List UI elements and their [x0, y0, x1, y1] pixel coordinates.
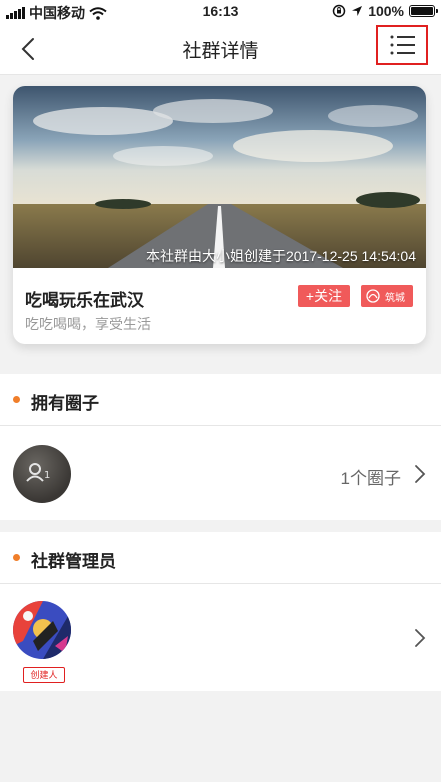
- cover-image: [13, 86, 426, 268]
- circles-row[interactable]: 1 1个圈子: [0, 426, 441, 520]
- chevron-right-icon: [415, 629, 426, 647]
- admin-avatar: [13, 601, 71, 659]
- status-right: 100%: [332, 3, 438, 19]
- admins-section-title: 社群管理员: [31, 552, 116, 571]
- admins-section: 社群管理员 创建人: [0, 532, 441, 691]
- cover-caption: 本社群由大小姐创建于2017-12-25 14:54:04: [146, 248, 416, 264]
- rotation-lock-icon: [332, 4, 346, 18]
- admin-row[interactable]: 创建人: [0, 584, 441, 691]
- admins-section-header: 社群管理员: [0, 532, 441, 584]
- group-people-icon: 1: [26, 463, 50, 482]
- follow-button[interactable]: +关注: [298, 285, 350, 307]
- page-title: 社群详情: [182, 41, 259, 62]
- city-badge[interactable]: 筑城: [361, 285, 413, 307]
- circles-section-header: 拥有圈子: [0, 374, 441, 426]
- circles-section: 拥有圈子 1 1个圈子: [0, 374, 441, 520]
- status-bar: 中国移动 16:13 100%: [0, 0, 441, 22]
- group-name: 吃喝玩乐在武汉: [25, 291, 144, 310]
- city-logo-icon: [366, 289, 380, 303]
- nav-bar: 社群详情: [0, 22, 441, 75]
- admin-avatar-image: [13, 601, 71, 659]
- group-card: 本社群由大小姐创建于2017-12-25 14:54:04 吃喝玩乐在武汉 吃吃…: [13, 86, 426, 344]
- circle-avatar: 1: [13, 445, 71, 503]
- circle-count: 1个圈子: [340, 469, 401, 488]
- group-description: 吃吃喝喝，享受生活: [25, 316, 151, 332]
- creator-tag: 创建人: [23, 667, 65, 683]
- menu-button[interactable]: [376, 25, 428, 65]
- svg-text:1: 1: [44, 470, 50, 481]
- section-dot-icon: [13, 554, 20, 561]
- battery-icon: [409, 5, 438, 17]
- circles-section-title: 拥有圈子: [31, 394, 99, 413]
- chevron-right-icon: [415, 465, 426, 483]
- city-label: 筑城: [385, 293, 405, 304]
- section-dot-icon: [13, 396, 20, 403]
- location-icon: [352, 6, 363, 16]
- list-menu-icon: [390, 35, 415, 55]
- battery-percent: 100%: [368, 3, 404, 19]
